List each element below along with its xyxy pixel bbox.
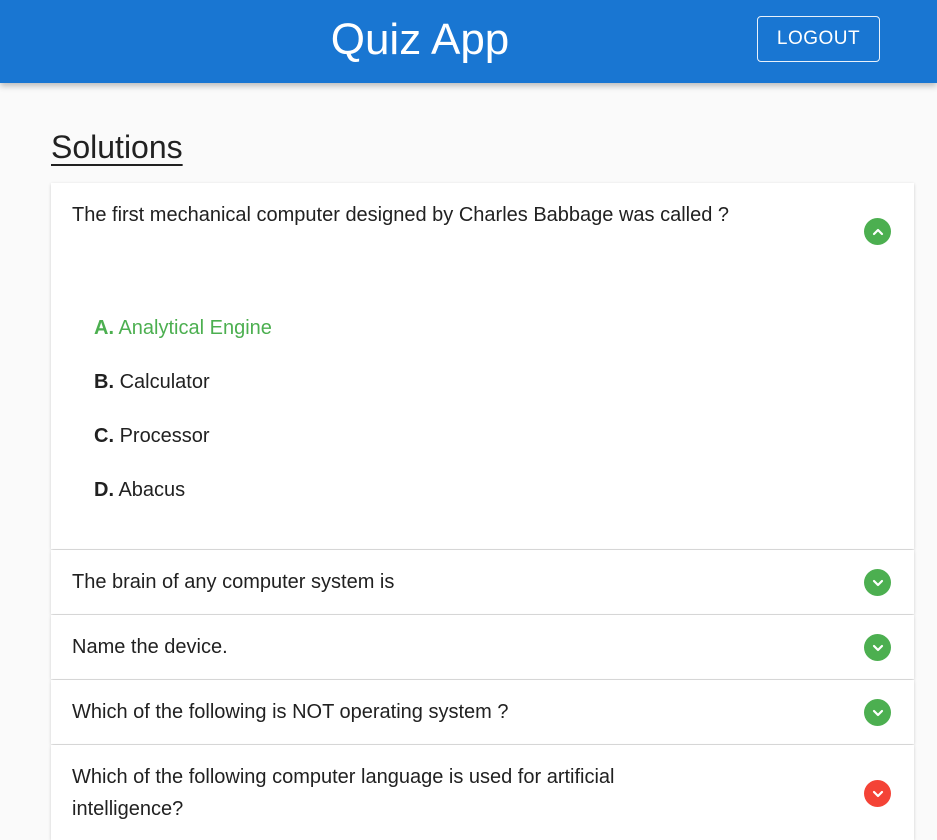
option-b-letter: B. xyxy=(94,371,114,393)
app-bar: Quiz App LOGOUT xyxy=(0,0,937,83)
chevron-down-icon[interactable] xyxy=(864,569,891,596)
chevron-down-icon[interactable] xyxy=(864,780,891,807)
option-d-letter: D. xyxy=(94,479,114,501)
question-text-4: Which of the following is NOT operating … xyxy=(72,701,509,723)
question-panel-2[interactable]: The brain of any computer system is xyxy=(51,550,914,614)
question-panel-5[interactable]: Which of the following computer language… xyxy=(51,745,914,840)
app-title: Quiz App xyxy=(330,15,510,64)
option-b-text: Calculator xyxy=(119,371,210,393)
option-d-text: Abacus xyxy=(118,479,186,501)
question-text-1-label: The first mechanical computer designed b… xyxy=(72,204,730,226)
question-panel-3[interactable]: Name the device. xyxy=(51,615,914,679)
question-text-3: Name the device. xyxy=(72,636,228,658)
option-c: C. Processor xyxy=(94,422,210,450)
option-a-letter: A. xyxy=(94,317,114,339)
option-b: B. Calculator xyxy=(94,368,210,396)
question-text-2: The brain of any computer system is xyxy=(72,571,395,593)
option-a-text: Analytical Engine xyxy=(118,317,272,339)
question-panel-1: The first mechanical computer designed b… xyxy=(51,183,914,549)
option-c-text: Processor xyxy=(119,425,210,447)
chevron-down-icon[interactable] xyxy=(864,699,891,726)
question-panel-4[interactable]: Which of the following is NOT operating … xyxy=(51,680,914,744)
chevron-down-icon[interactable] xyxy=(864,634,891,661)
logout-button[interactable]: LOGOUT xyxy=(757,16,880,62)
question-text-5: Which of the following computer language… xyxy=(72,766,615,820)
option-c-letter: C. xyxy=(94,425,114,447)
chevron-up-icon[interactable] xyxy=(864,218,891,245)
option-a: A. Analytical Engine xyxy=(94,314,272,342)
page-title: Solutions xyxy=(51,129,183,165)
option-d: D. Abacus xyxy=(94,476,185,504)
question-text-1[interactable]: The first mechanical computer designed b… xyxy=(72,199,792,231)
